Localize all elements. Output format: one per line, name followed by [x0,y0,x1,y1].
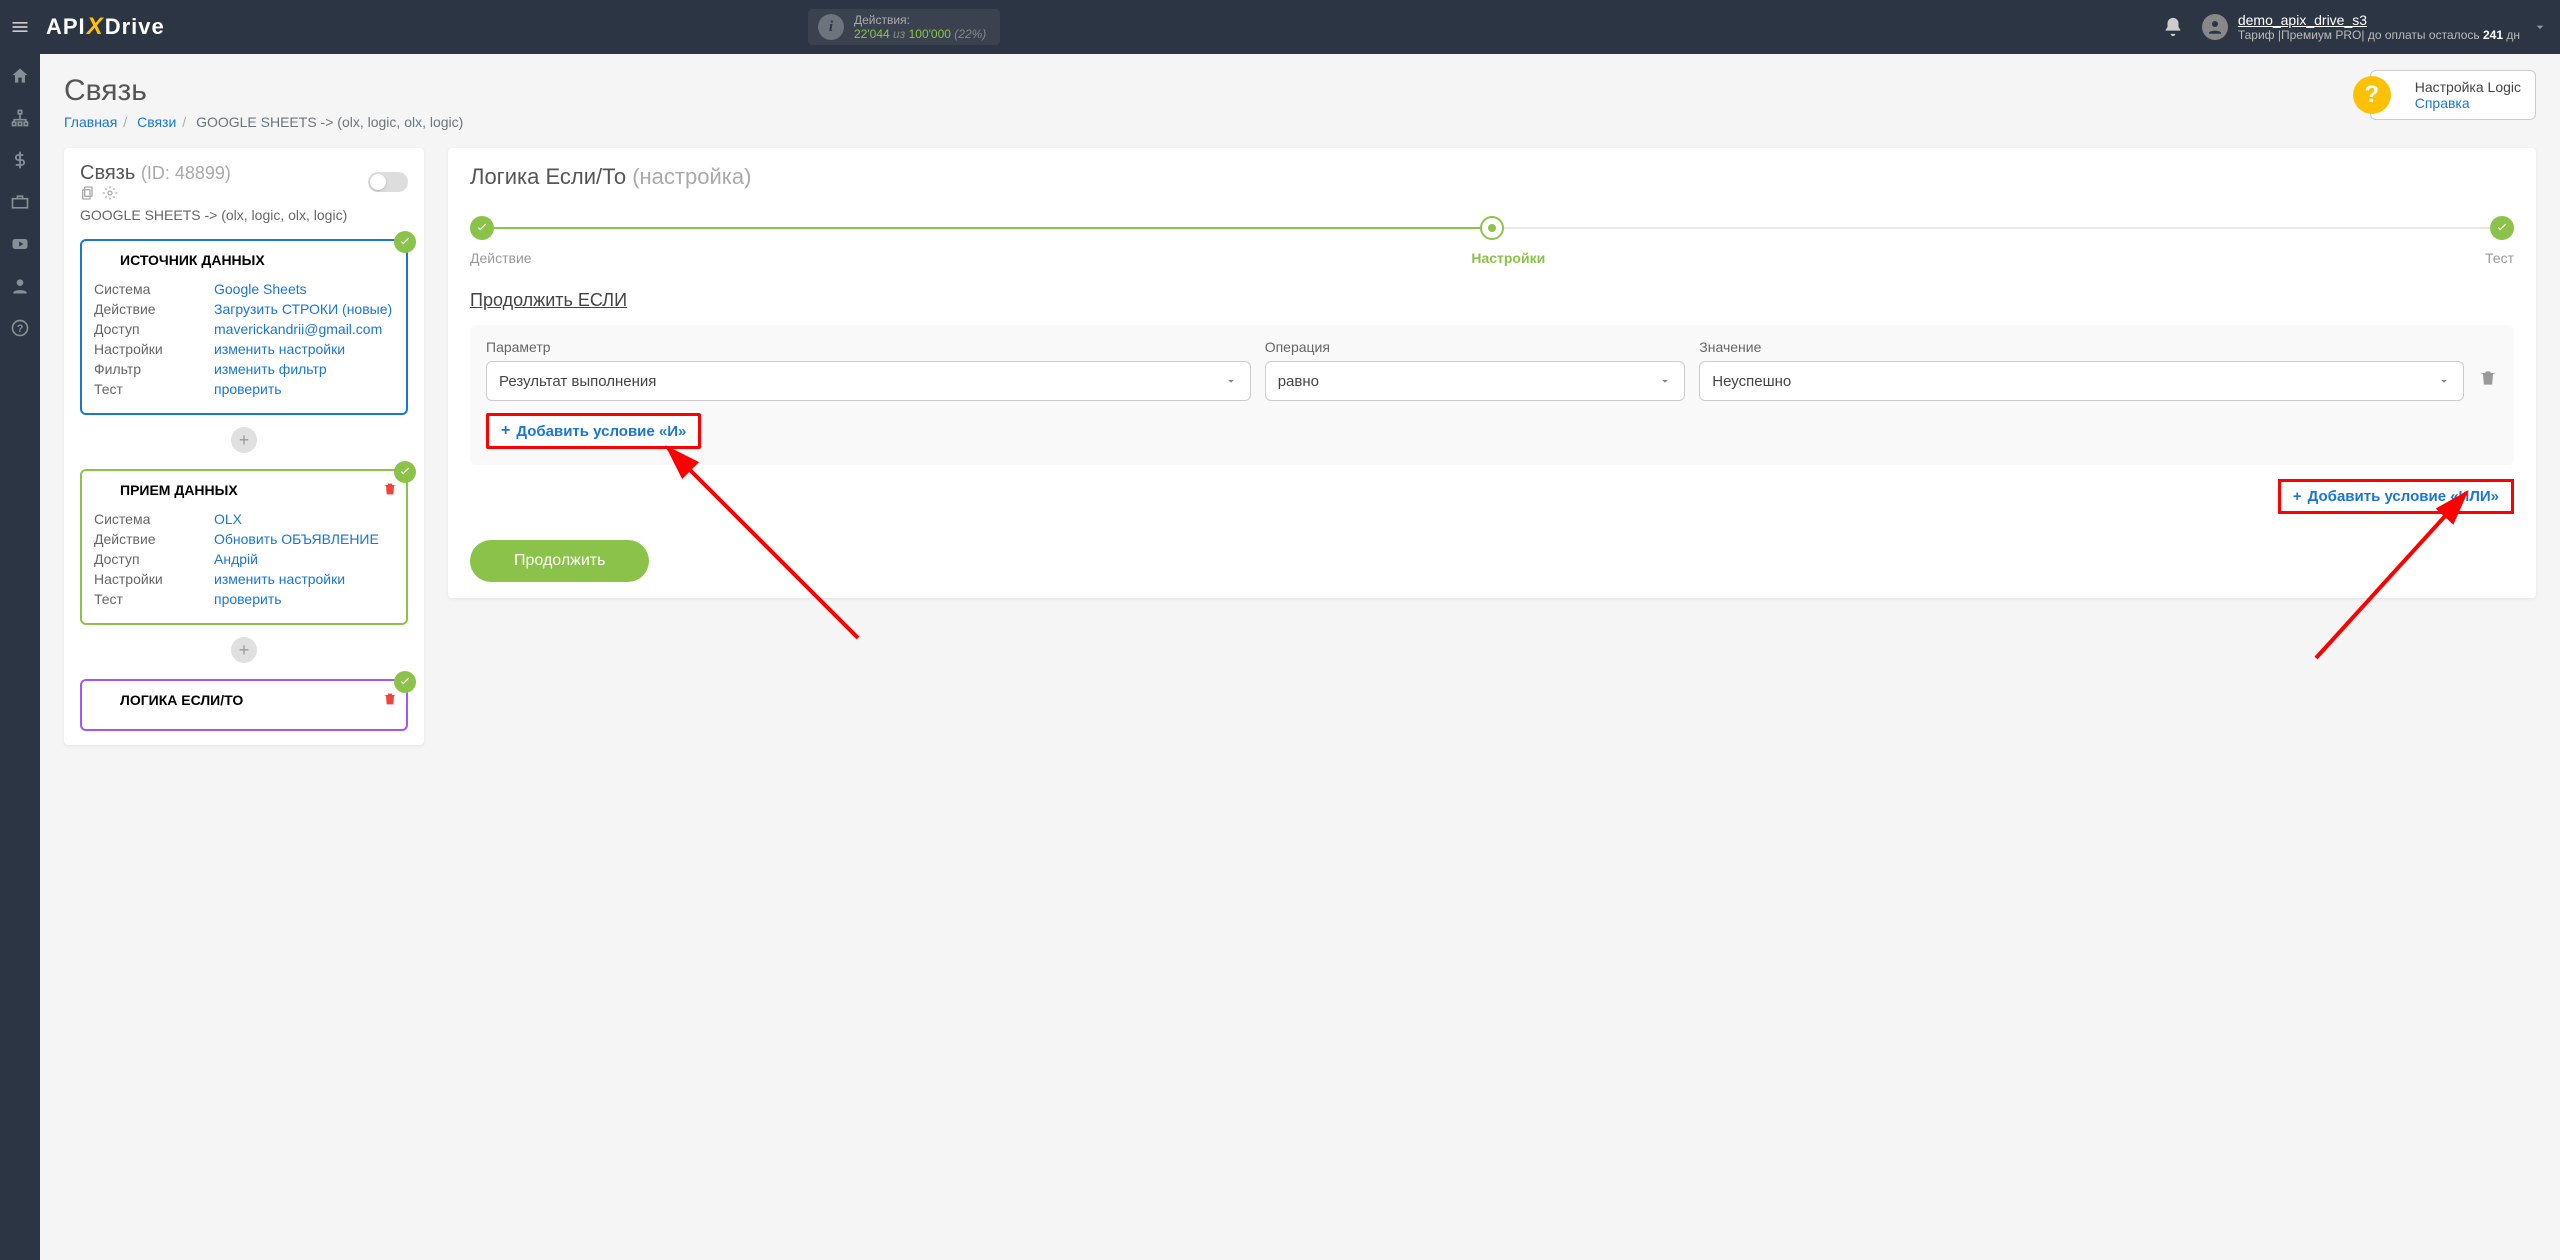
step-label-1[interactable]: Действие [470,250,532,266]
logic-panel: Логика Если/То (настройка) Действие Наст… [448,148,2536,598]
step-label-3[interactable]: Тест [2485,250,2514,266]
val-select[interactable]: Неуспешно [1699,361,2464,401]
section-title: Продолжить ЕСЛИ [470,290,2514,311]
menu-toggle[interactable] [0,17,40,37]
op-select[interactable]: равно [1265,361,1686,401]
crumb-links[interactable]: Связи [137,114,176,130]
add-and-button[interactable]: +Добавить условие «И» [486,413,701,449]
status-badge [394,461,416,483]
add-step-button[interactable]: + [231,427,257,453]
user-menu[interactable]: demo_apix_drive_s3 Тариф |Премиум PRO| д… [2202,12,2520,42]
user-icon[interactable] [10,276,30,296]
connection-sub: GOOGLE SHEETS -> (olx, logic, olx, logic… [80,207,408,223]
status-badge [394,671,416,693]
username: demo_apix_drive_s3 [2238,12,2520,28]
gear-icon[interactable] [102,185,118,201]
add-or-button[interactable]: +Добавить условие «ИЛИ» [2278,479,2514,514]
chevron-down-icon[interactable] [2532,19,2548,35]
card-3: 3ЛОГИКА ЕСЛИ/ТО [80,679,408,731]
copy-icon[interactable] [80,185,96,201]
param-select[interactable]: Результат выполнения [486,361,1251,401]
briefcase-icon[interactable] [10,192,30,212]
status-badge [394,231,416,253]
svg-text:?: ? [17,323,24,335]
actions-counter[interactable]: i Действия: 22'044 из 100'000 (22%) [808,9,1000,45]
card-2: 2ПРИЕМ ДАННЫХ СистемаOLXДействиеОбновить… [80,469,408,625]
condition-block: Параметр Результат выполнения Операция р… [470,325,2514,465]
add-step-button[interactable]: + [231,637,257,663]
step-2-dot [1480,216,1504,240]
avatar-icon [2202,14,2228,40]
breadcrumb: Главная/ Связи/ GOOGLE SHEETS -> (olx, l… [64,114,2536,130]
logo[interactable]: APIXDrive [46,13,165,41]
step-1-dot [470,216,494,240]
step-label-2[interactable]: Настройки [1471,250,1545,266]
sitemap-icon[interactable] [10,108,30,128]
help-icon[interactable]: ? [10,318,30,338]
op-label: Операция [1265,339,1686,355]
dollar-icon[interactable] [10,150,30,170]
page-title: Связь [64,74,2536,108]
help-box[interactable]: ? Настройка Logic Справка [2370,70,2536,120]
side-nav: ? [0,54,40,1260]
val-label: Значение [1699,339,2464,355]
question-icon: ? [2353,76,2391,114]
continue-button[interactable]: Продолжить [470,540,649,582]
actions-label: Действия: [854,13,986,27]
step-3-dot [2490,216,2514,240]
connection-sidebar: Связь (ID: 48899) GOOGLE SHEETS -> (olx,… [64,148,424,745]
bell-icon[interactable] [2162,16,2184,38]
crumb-current: GOOGLE SHEETS -> (olx, logic, olx, logic… [196,114,463,130]
home-icon[interactable] [10,66,30,86]
delete-card[interactable] [382,691,398,712]
youtube-icon[interactable] [10,234,30,254]
crumb-home[interactable]: Главная [64,114,117,130]
help-link[interactable]: Справка [2415,95,2521,111]
panel-title: Логика Если/То (настройка) [470,164,2514,190]
card-1: 1ИСТОЧНИК ДАННЫХ СистемаGoogle SheetsДей… [80,239,408,415]
param-label: Параметр [486,339,1251,355]
stepper [470,216,2514,240]
delete-card[interactable] [382,481,398,502]
info-icon: i [818,14,844,40]
enable-toggle[interactable] [368,172,408,192]
delete-condition[interactable] [2478,368,2498,401]
